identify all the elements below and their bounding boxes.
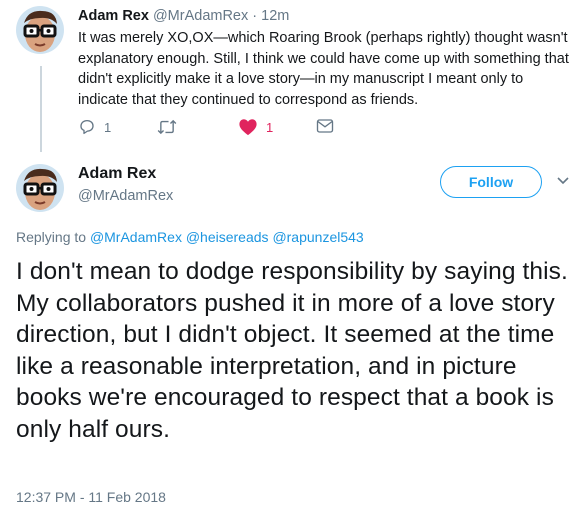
tweet-text: I don't mean to dodge responsibility by … <box>16 258 568 443</box>
reply-author-name[interactable]: Adam Rex <box>78 8 149 24</box>
mention-link[interactable]: @MrAdamRex <box>90 229 182 245</box>
reply-author-handle[interactable]: @MrAdamRex <box>153 8 248 24</box>
reply-count: 1 <box>104 119 112 135</box>
thread-connector-line <box>40 66 42 152</box>
envelope-icon <box>316 119 334 133</box>
reply-time[interactable]: 12m <box>261 8 289 24</box>
header-separator: · <box>252 8 258 24</box>
reply-text: It was merely XO,OX—which Roaring Brook … <box>78 30 569 108</box>
like-button[interactable]: 1 <box>238 118 273 136</box>
tweet-author-avatar[interactable] <box>16 164 64 212</box>
heart-icon <box>239 119 257 136</box>
reply-header: Adam Rex @MrAdamRex · 12m <box>78 8 289 24</box>
reply-action-bar: 1 1 <box>78 118 558 140</box>
chevron-down-icon[interactable] <box>557 177 569 185</box>
direct-message-button[interactable] <box>316 118 334 134</box>
like-count: 1 <box>266 119 274 135</box>
tweet-author-handle[interactable]: @MrAdamRex <box>78 188 173 204</box>
mention-link[interactable]: @heisereads <box>186 229 269 245</box>
replying-to-line: Replying to @MrAdamRex @heisereads @rapu… <box>16 229 364 245</box>
reply-author-avatar[interactable] <box>16 6 64 54</box>
follow-button[interactable]: Follow <box>440 166 542 198</box>
mention-link[interactable]: @rapunzel543 <box>272 229 363 245</box>
reply-button[interactable]: 1 <box>78 118 111 136</box>
retweet-arrows-icon <box>157 119 177 135</box>
speech-bubble-icon <box>80 119 94 135</box>
tweet-author-name[interactable]: Adam Rex <box>78 165 156 183</box>
retweet-button[interactable] <box>157 118 185 136</box>
replying-to-label: Replying to <box>16 229 87 245</box>
tweet-timestamp[interactable]: 12:37 PM - 11 Feb 2018 <box>16 489 166 505</box>
